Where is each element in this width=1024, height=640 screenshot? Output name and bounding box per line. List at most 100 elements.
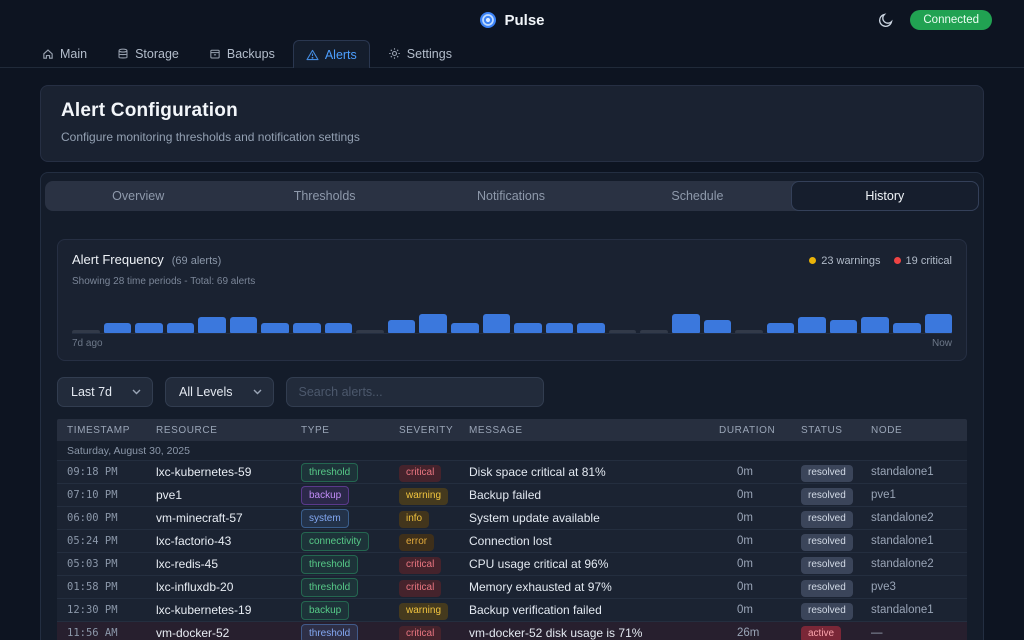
cell-status: active [801, 623, 871, 640]
cell-message: vm-docker-52 disk usage is 71% [469, 626, 719, 640]
cell-type: threshold [301, 623, 399, 640]
cell-message: Connection lost [469, 534, 719, 548]
time-range-value: Last 7d [71, 385, 112, 399]
severity-badge: error [399, 534, 434, 551]
cell-duration: 0m [719, 558, 801, 570]
search-input[interactable] [286, 377, 544, 407]
theme-toggle-moon-icon[interactable] [878, 12, 894, 28]
cell-resource: vm-docker-52 [156, 626, 301, 640]
frequency-bar [135, 323, 163, 333]
nav-item-alerts[interactable]: Alerts [293, 40, 370, 68]
frequency-bar [798, 317, 826, 333]
cell-timestamp: 12:30 PM [67, 604, 156, 616]
frequency-summary: Showing 28 time periods - Total: 69 aler… [72, 276, 952, 287]
cell-type: backup [301, 600, 399, 621]
section-tabbar: OverviewThresholdsNotificationsScheduleH… [45, 181, 979, 211]
frequency-legend: 23 warnings19 critical [809, 255, 952, 267]
cell-timestamp: 09:18 PM [67, 466, 156, 478]
frequency-bar [325, 323, 353, 333]
filters-row: Last 7d All Levels [57, 377, 967, 407]
tab-overview[interactable]: Overview [45, 181, 231, 211]
status-badge: resolved [801, 511, 853, 528]
tab-schedule[interactable]: Schedule [604, 181, 790, 211]
nav-item-storage[interactable]: Storage [105, 40, 191, 67]
nav-item-label: Storage [135, 47, 179, 61]
status-badge: active [801, 626, 841, 640]
nav-item-settings[interactable]: Settings [376, 40, 464, 67]
severity-badge: critical [399, 465, 441, 482]
table-row[interactable]: 01:58 PMlxc-influxdb-20thresholdcritical… [57, 576, 967, 599]
main-nav: Main Storage BackupsAlerts Settings [0, 40, 1024, 68]
cell-node: standalone1 [871, 466, 967, 478]
cell-duration: 0m [719, 604, 801, 616]
cell-resource: lxc-kubernetes-59 [156, 465, 301, 479]
frequency-bar [261, 323, 289, 333]
type-badge: connectivity [301, 532, 369, 551]
severity-badge: warning [399, 488, 448, 505]
nav-item-backups[interactable]: Backups [197, 40, 287, 67]
tab-history[interactable]: History [791, 181, 979, 211]
page-subtitle: Configure monitoring thresholds and noti… [61, 130, 963, 144]
nav-item-label: Settings [407, 47, 452, 61]
cell-severity: error [399, 531, 469, 551]
database-icon [117, 48, 129, 60]
table-row[interactable]: 11:56 AMvm-docker-52thresholdcriticalvm-… [57, 622, 967, 640]
chevron-down-icon [132, 389, 141, 395]
status-badge: resolved [801, 534, 853, 551]
cell-type: connectivity [301, 531, 399, 552]
column-header: DURATION [719, 425, 801, 436]
status-badge: resolved [801, 580, 853, 597]
cell-severity: critical [399, 623, 469, 640]
frequency-bar [830, 320, 858, 333]
column-header: RESOURCE [156, 425, 301, 436]
frequency-bar [546, 323, 574, 333]
frequency-bar [72, 330, 100, 333]
status-badge: resolved [801, 603, 853, 620]
status-badge: resolved [801, 465, 853, 482]
cell-message: Backup verification failed [469, 603, 719, 617]
frequency-bar [704, 320, 732, 333]
type-badge: threshold [301, 555, 358, 574]
severity-badge: critical [399, 557, 441, 574]
status-badge: resolved [801, 488, 853, 505]
tab-thresholds[interactable]: Thresholds [231, 181, 417, 211]
table-group-row: Saturday, August 30, 2025 [57, 441, 967, 461]
cell-severity: critical [399, 462, 469, 482]
type-badge: threshold [301, 578, 358, 597]
cell-message: Disk space critical at 81% [469, 465, 719, 479]
table-row[interactable]: 07:10 PMpve1backupwarningBackup failed0m… [57, 484, 967, 507]
cell-status: resolved [801, 462, 871, 482]
table-row[interactable]: 05:24 PMlxc-factorio-43connectivityerror… [57, 530, 967, 553]
axis-label-end: Now [932, 338, 952, 349]
cell-timestamp: 05:24 PM [67, 535, 156, 547]
table-row[interactable]: 12:30 PMlxc-kubernetes-19backupwarningBa… [57, 599, 967, 622]
frequency-bar [356, 330, 384, 333]
cell-node: standalone1 [871, 604, 967, 616]
cell-timestamp: 11:56 AM [67, 627, 156, 639]
cell-severity: info [399, 508, 469, 528]
column-header: MESSAGE [469, 425, 719, 436]
legend-item: 19 critical [894, 255, 952, 267]
cell-timestamp: 06:00 PM [67, 512, 156, 524]
cell-node: standalone2 [871, 512, 967, 524]
cell-duration: 0m [719, 535, 801, 547]
level-select[interactable]: All Levels [165, 377, 274, 407]
table-row[interactable]: 05:03 PMlxc-redis-45thresholdcriticalCPU… [57, 553, 967, 576]
frequency-bar [514, 323, 542, 333]
cell-resource: pve1 [156, 488, 301, 502]
cell-severity: warning [399, 485, 469, 505]
time-range-select[interactable]: Last 7d [57, 377, 153, 407]
table-row[interactable]: 06:00 PMvm-minecraft-57systeminfoSystem … [57, 507, 967, 530]
home-icon [42, 48, 54, 60]
cell-node: standalone2 [871, 558, 967, 570]
alerts-panel: OverviewThresholdsNotificationsScheduleH… [40, 172, 984, 640]
legend-dot [809, 257, 816, 264]
nav-item-main[interactable]: Main [30, 40, 99, 67]
frequency-count: (69 alerts) [172, 255, 222, 267]
table-row[interactable]: 09:18 PMlxc-kubernetes-59thresholdcritic… [57, 461, 967, 484]
table-body: 09:18 PMlxc-kubernetes-59thresholdcritic… [57, 461, 967, 640]
cell-type: backup [301, 485, 399, 506]
tab-notifications[interactable]: Notifications [418, 181, 604, 211]
cell-duration: 0m [719, 466, 801, 478]
cell-status: resolved [801, 508, 871, 528]
